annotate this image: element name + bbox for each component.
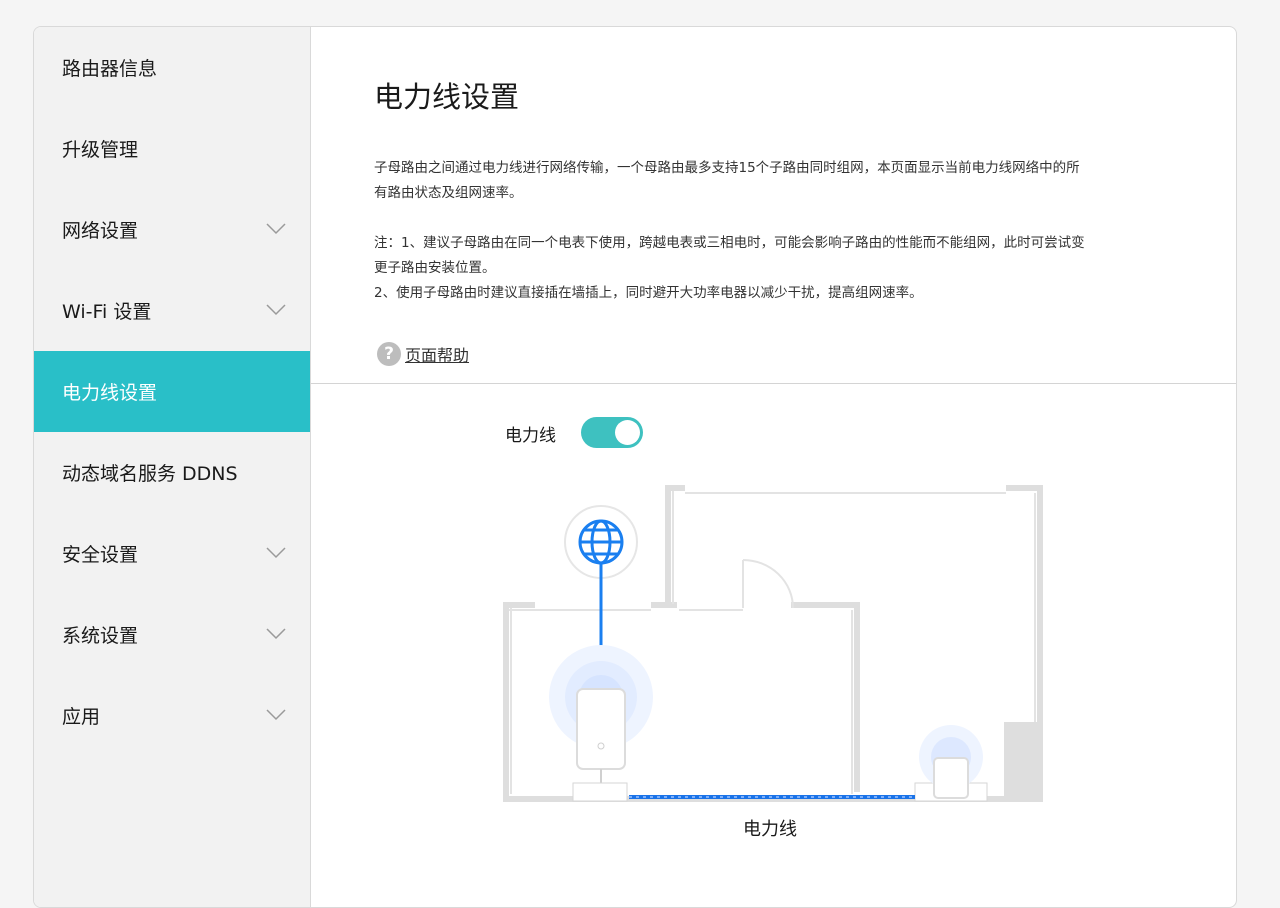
page-help-label: 页面帮助 bbox=[405, 346, 470, 365]
sub-router-icon bbox=[933, 757, 969, 799]
sidebar-item-4[interactable]: 电力线设置 bbox=[34, 351, 310, 432]
diagram-caption: 电力线 bbox=[743, 819, 797, 840]
sidebar-item-label: 路由器信息 bbox=[62, 58, 158, 80]
router-icon bbox=[576, 688, 626, 770]
sidebar-item-label: 电力线设置 bbox=[62, 382, 158, 404]
sidebar-item-6[interactable]: 安全设置 bbox=[34, 513, 310, 594]
sidebar-item-label: 应用 bbox=[62, 706, 101, 728]
description: 子母路由之间通过电力线进行网络传输，一个母路由最多支持15个子路由同时组网，本页… bbox=[374, 156, 1174, 206]
sidebar-item-3[interactable]: Wi-Fi 设置 bbox=[34, 270, 310, 351]
sidebar-item-label: 安全设置 bbox=[62, 544, 139, 566]
note-line: 更子路由安装位置。 bbox=[374, 260, 496, 276]
chevron-down-icon bbox=[266, 546, 286, 558]
sidebar-item-label: 系统设置 bbox=[62, 625, 139, 647]
sidebar-item-1[interactable]: 升级管理 bbox=[34, 108, 310, 189]
description-line: 有路由状态及组网速率。 bbox=[374, 185, 523, 201]
sidebar-item-8[interactable]: 应用 bbox=[34, 675, 310, 756]
main-panel: 路由器信息 升级管理 网络设置 Wi-Fi 设置 电力线设置 动态域名服务 DDNS 安全设… bbox=[33, 26, 1237, 908]
notes: 注：1、建议子母路由在同一个电表下使用，跨越电表或三相电时，可能会影响子路由的性… bbox=[374, 231, 1174, 306]
sidebar: 路由器信息升级管理网络设置 Wi-Fi 设置 电力线设置动态域名服务 DDNS 安全设… bbox=[34, 27, 311, 907]
powerline-toggle-label: 电力线 bbox=[505, 426, 556, 446]
note-line: 注：1、建议子母路由在同一个电表下使用，跨越电表或三相电时，可能会影响子路由的性… bbox=[374, 235, 1085, 251]
divider bbox=[311, 383, 1236, 384]
question-icon: ? bbox=[377, 342, 401, 366]
content-area: 电力线设置 子母路由之间通过电力线进行网络传输，一个母路由最多支持15个子路由同… bbox=[311, 27, 1236, 907]
sidebar-item-label: 动态域名服务 DDNS bbox=[62, 463, 238, 485]
chevron-down-icon bbox=[266, 627, 286, 639]
page-help-link[interactable]: ? 页面帮助 bbox=[377, 342, 469, 366]
chevron-down-icon bbox=[266, 303, 286, 315]
sidebar-item-label: Wi-Fi 设置 bbox=[62, 301, 152, 323]
toggle-knob bbox=[615, 420, 640, 445]
sidebar-item-7[interactable]: 系统设置 bbox=[34, 594, 310, 675]
description-line: 子母路由之间通过电力线进行网络传输，一个母路由最多支持15个子路由同时组网，本页… bbox=[374, 160, 1080, 176]
chevron-down-icon bbox=[266, 222, 286, 234]
powerline-toggle[interactable] bbox=[581, 417, 643, 448]
page-title: 电力线设置 bbox=[374, 80, 520, 114]
sidebar-item-0[interactable]: 路由器信息 bbox=[34, 27, 310, 108]
note-line: 2、使用子母路由时建议直接插在墙插上，同时避开大功率电器以减少干扰，提高组网速率… bbox=[374, 285, 923, 301]
sidebar-item-label: 升级管理 bbox=[62, 139, 139, 161]
sidebar-item-label: 网络设置 bbox=[62, 220, 139, 242]
sidebar-item-5[interactable]: 动态域名服务 DDNS bbox=[34, 432, 310, 513]
chevron-down-icon bbox=[266, 708, 286, 720]
sidebar-item-2[interactable]: 网络设置 bbox=[34, 189, 310, 270]
powerline-diagram bbox=[503, 485, 1043, 802]
